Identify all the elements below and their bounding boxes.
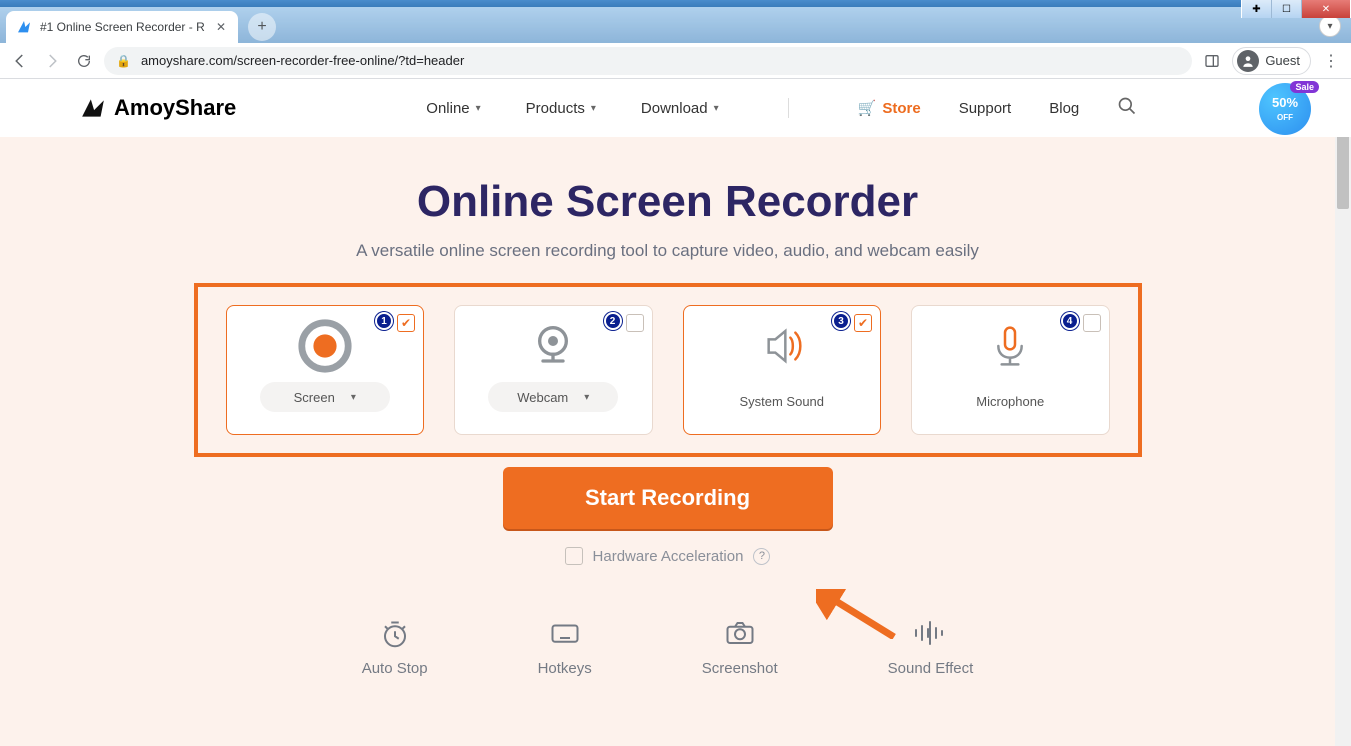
page-viewport: AmoyShare Online▾ Products▾ Download▾ 🛒S… [0,79,1351,746]
lock-icon: 🔒 [116,54,131,68]
step-badge-3: 3 [832,312,850,330]
card-webcam[interactable]: 2 ✔ Webcam▾ [454,305,653,435]
hw-label: Hardware Acceleration [593,548,744,565]
step-badge-2: 2 [604,312,622,330]
chrome-browser: #1 Online Screen Recorder - R ✕ + ▾ 🔒 am… [0,7,1351,746]
feature-hotkeys[interactable]: Hotkeys [538,620,592,677]
webcam-icon [528,320,578,372]
card-system-sound[interactable]: 3 ✔ System Sound [683,305,882,435]
page-subtitle: A versatile online screen recording tool… [0,241,1335,261]
chevron-down-icon: ▾ [591,103,596,114]
feature-sound-effect[interactable]: Sound Effect [888,620,974,677]
source-selection-box: 1 ✔ Screen▾ 2 ✔ Webcam▾ [194,283,1142,457]
feature-screenshot[interactable]: Screenshot [702,620,778,677]
nav-store[interactable]: 🛒Store [858,99,921,117]
chevron-down-icon: ▾ [476,103,481,114]
screen-record-icon [296,320,354,372]
browser-toolbar: 🔒 amoyshare.com/screen-recorder-free-onl… [0,43,1351,79]
chevron-down-icon: ▾ [584,392,589,403]
sale-tag: Sale [1290,81,1319,93]
checkbox-microphone[interactable]: ✔ [1083,314,1101,332]
nav-blog[interactable]: Blog [1049,100,1079,117]
start-recording-button[interactable]: Start Recording [503,467,833,529]
back-button[interactable] [8,49,32,73]
window-controls: ✚ ☐ ✕ [1241,0,1351,18]
tab-strip: #1 Online Screen Recorder - R ✕ + ▾ [0,7,1351,43]
checkbox-webcam[interactable]: ✔ [626,314,644,332]
nav-download[interactable]: Download▾ [641,100,719,117]
desktop-title-bar [0,0,1351,7]
hw-checkbox[interactable] [565,547,583,565]
favicon-icon [16,19,32,35]
nav-products[interactable]: Products▾ [526,100,596,117]
profile-chip[interactable]: Guest [1232,47,1311,75]
tabs-expand-button[interactable]: ▾ [1319,15,1341,37]
help-icon[interactable]: ? [753,548,770,565]
profile-label: Guest [1265,53,1300,68]
address-bar[interactable]: 🔒 amoyshare.com/screen-recorder-free-onl… [104,47,1192,75]
sale-badge[interactable]: Sale 50%OFF [1259,83,1311,135]
page-title: Online Screen Recorder [0,177,1335,227]
hardware-acceleration-row: Hardware Acceleration ? [0,547,1335,565]
logo-mark-icon [80,95,106,121]
nav-online[interactable]: Online▾ [426,100,480,117]
url-text: amoyshare.com/screen-recorder-free-onlin… [141,53,464,68]
window-maximize-button[interactable]: ☐ [1272,0,1302,18]
system-sound-label: System Sound [739,394,824,409]
browser-tab[interactable]: #1 Online Screen Recorder - R ✕ [6,11,238,43]
microphone-label: Microphone [976,394,1044,409]
avatar-icon [1237,50,1259,72]
search-icon[interactable] [1117,96,1137,120]
chevron-down-icon: ▾ [351,392,356,403]
checkbox-screen[interactable]: ✔ [397,314,415,332]
nav-support[interactable]: Support [959,100,1012,117]
brand-logo[interactable]: AmoyShare [80,95,236,121]
step-badge-1: 1 [375,312,393,330]
chrome-menu-button[interactable]: ⋮ [1319,49,1343,73]
cart-icon: 🛒 [858,99,877,117]
soundwave-icon [913,620,947,646]
scrollbar[interactable] [1335,79,1351,746]
keyboard-icon [550,620,580,646]
chevron-down-icon: ▾ [714,103,719,114]
tab-close-icon[interactable]: ✕ [214,20,228,34]
screen-select[interactable]: Screen▾ [260,382,390,412]
forward-button[interactable] [40,49,64,73]
side-panel-icon[interactable] [1200,49,1224,73]
card-microphone[interactable]: 4 ✔ Microphone [911,305,1110,435]
card-screen[interactable]: 1 ✔ Screen▾ [226,305,425,435]
brand-name: AmoyShare [114,95,236,121]
page-content: Online Screen Recorder A versatile onlin… [0,137,1335,746]
feature-autostop[interactable]: Auto Stop [362,620,428,677]
main-nav: Online▾ Products▾ Download▾ 🛒Store Suppo… [426,96,1137,120]
tab-title: #1 Online Screen Recorder - R [40,20,214,34]
camera-icon [725,620,755,646]
webcam-select[interactable]: Webcam▾ [488,382,618,412]
feature-row: Auto Stop Hotkeys Screenshot Sound Effec… [0,620,1335,677]
window-close-button[interactable]: ✕ [1302,0,1350,18]
nav-right: 🛒Store Support Blog [858,96,1138,120]
new-tab-button[interactable]: + [248,13,276,41]
clock-icon [380,620,410,646]
nav-divider [788,98,789,118]
reload-button[interactable] [72,49,96,73]
step-badge-4: 4 [1061,312,1079,330]
checkbox-system-sound[interactable]: ✔ [854,314,872,332]
site-header: AmoyShare Online▾ Products▾ Download▾ 🛒S… [0,79,1351,137]
microphone-icon [985,320,1035,372]
speaker-icon [757,320,807,372]
window-minimize-button[interactable]: ✚ [1242,0,1272,18]
